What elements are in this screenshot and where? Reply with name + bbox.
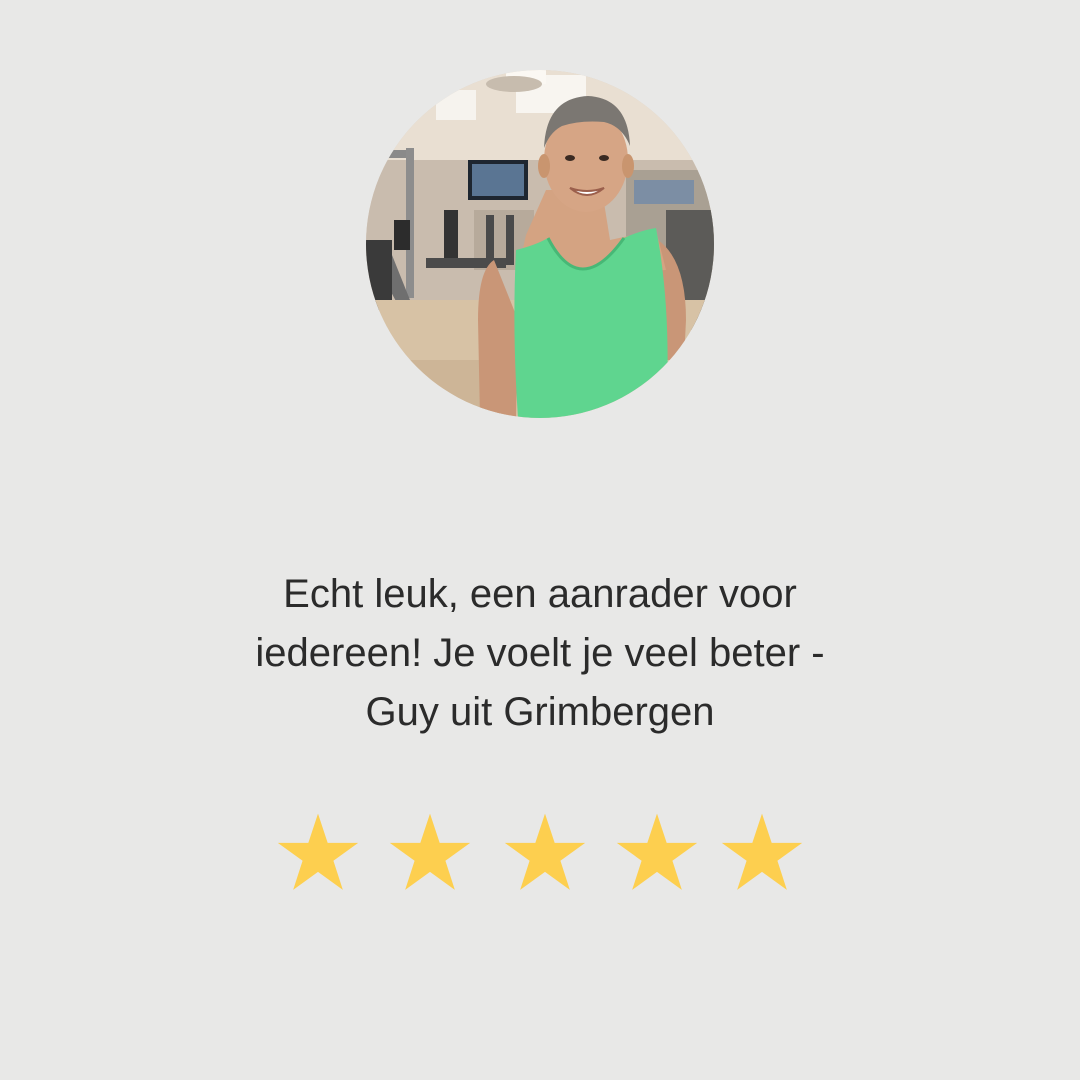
star-icon xyxy=(616,813,698,890)
reviewer-photo-illustration xyxy=(366,70,714,418)
review-quote-line: Echt leuk, een aanrader voor xyxy=(283,572,797,616)
star-rating xyxy=(0,812,1080,894)
star-icon xyxy=(277,813,359,890)
testimonial-card: Echt leuk, een aanrader voor iedereen! J… xyxy=(0,0,1080,1080)
reviewer-photo xyxy=(366,70,714,418)
star-icon xyxy=(721,813,803,890)
star-icon xyxy=(504,813,586,890)
review-quote: Echt leuk, een aanrader voor iedereen! J… xyxy=(190,565,890,742)
review-quote-line: iedereen! Je voelt je veel beter - xyxy=(255,631,825,675)
review-quote-line: Guy uit Grimbergen xyxy=(365,690,715,734)
star-icon xyxy=(389,813,471,890)
